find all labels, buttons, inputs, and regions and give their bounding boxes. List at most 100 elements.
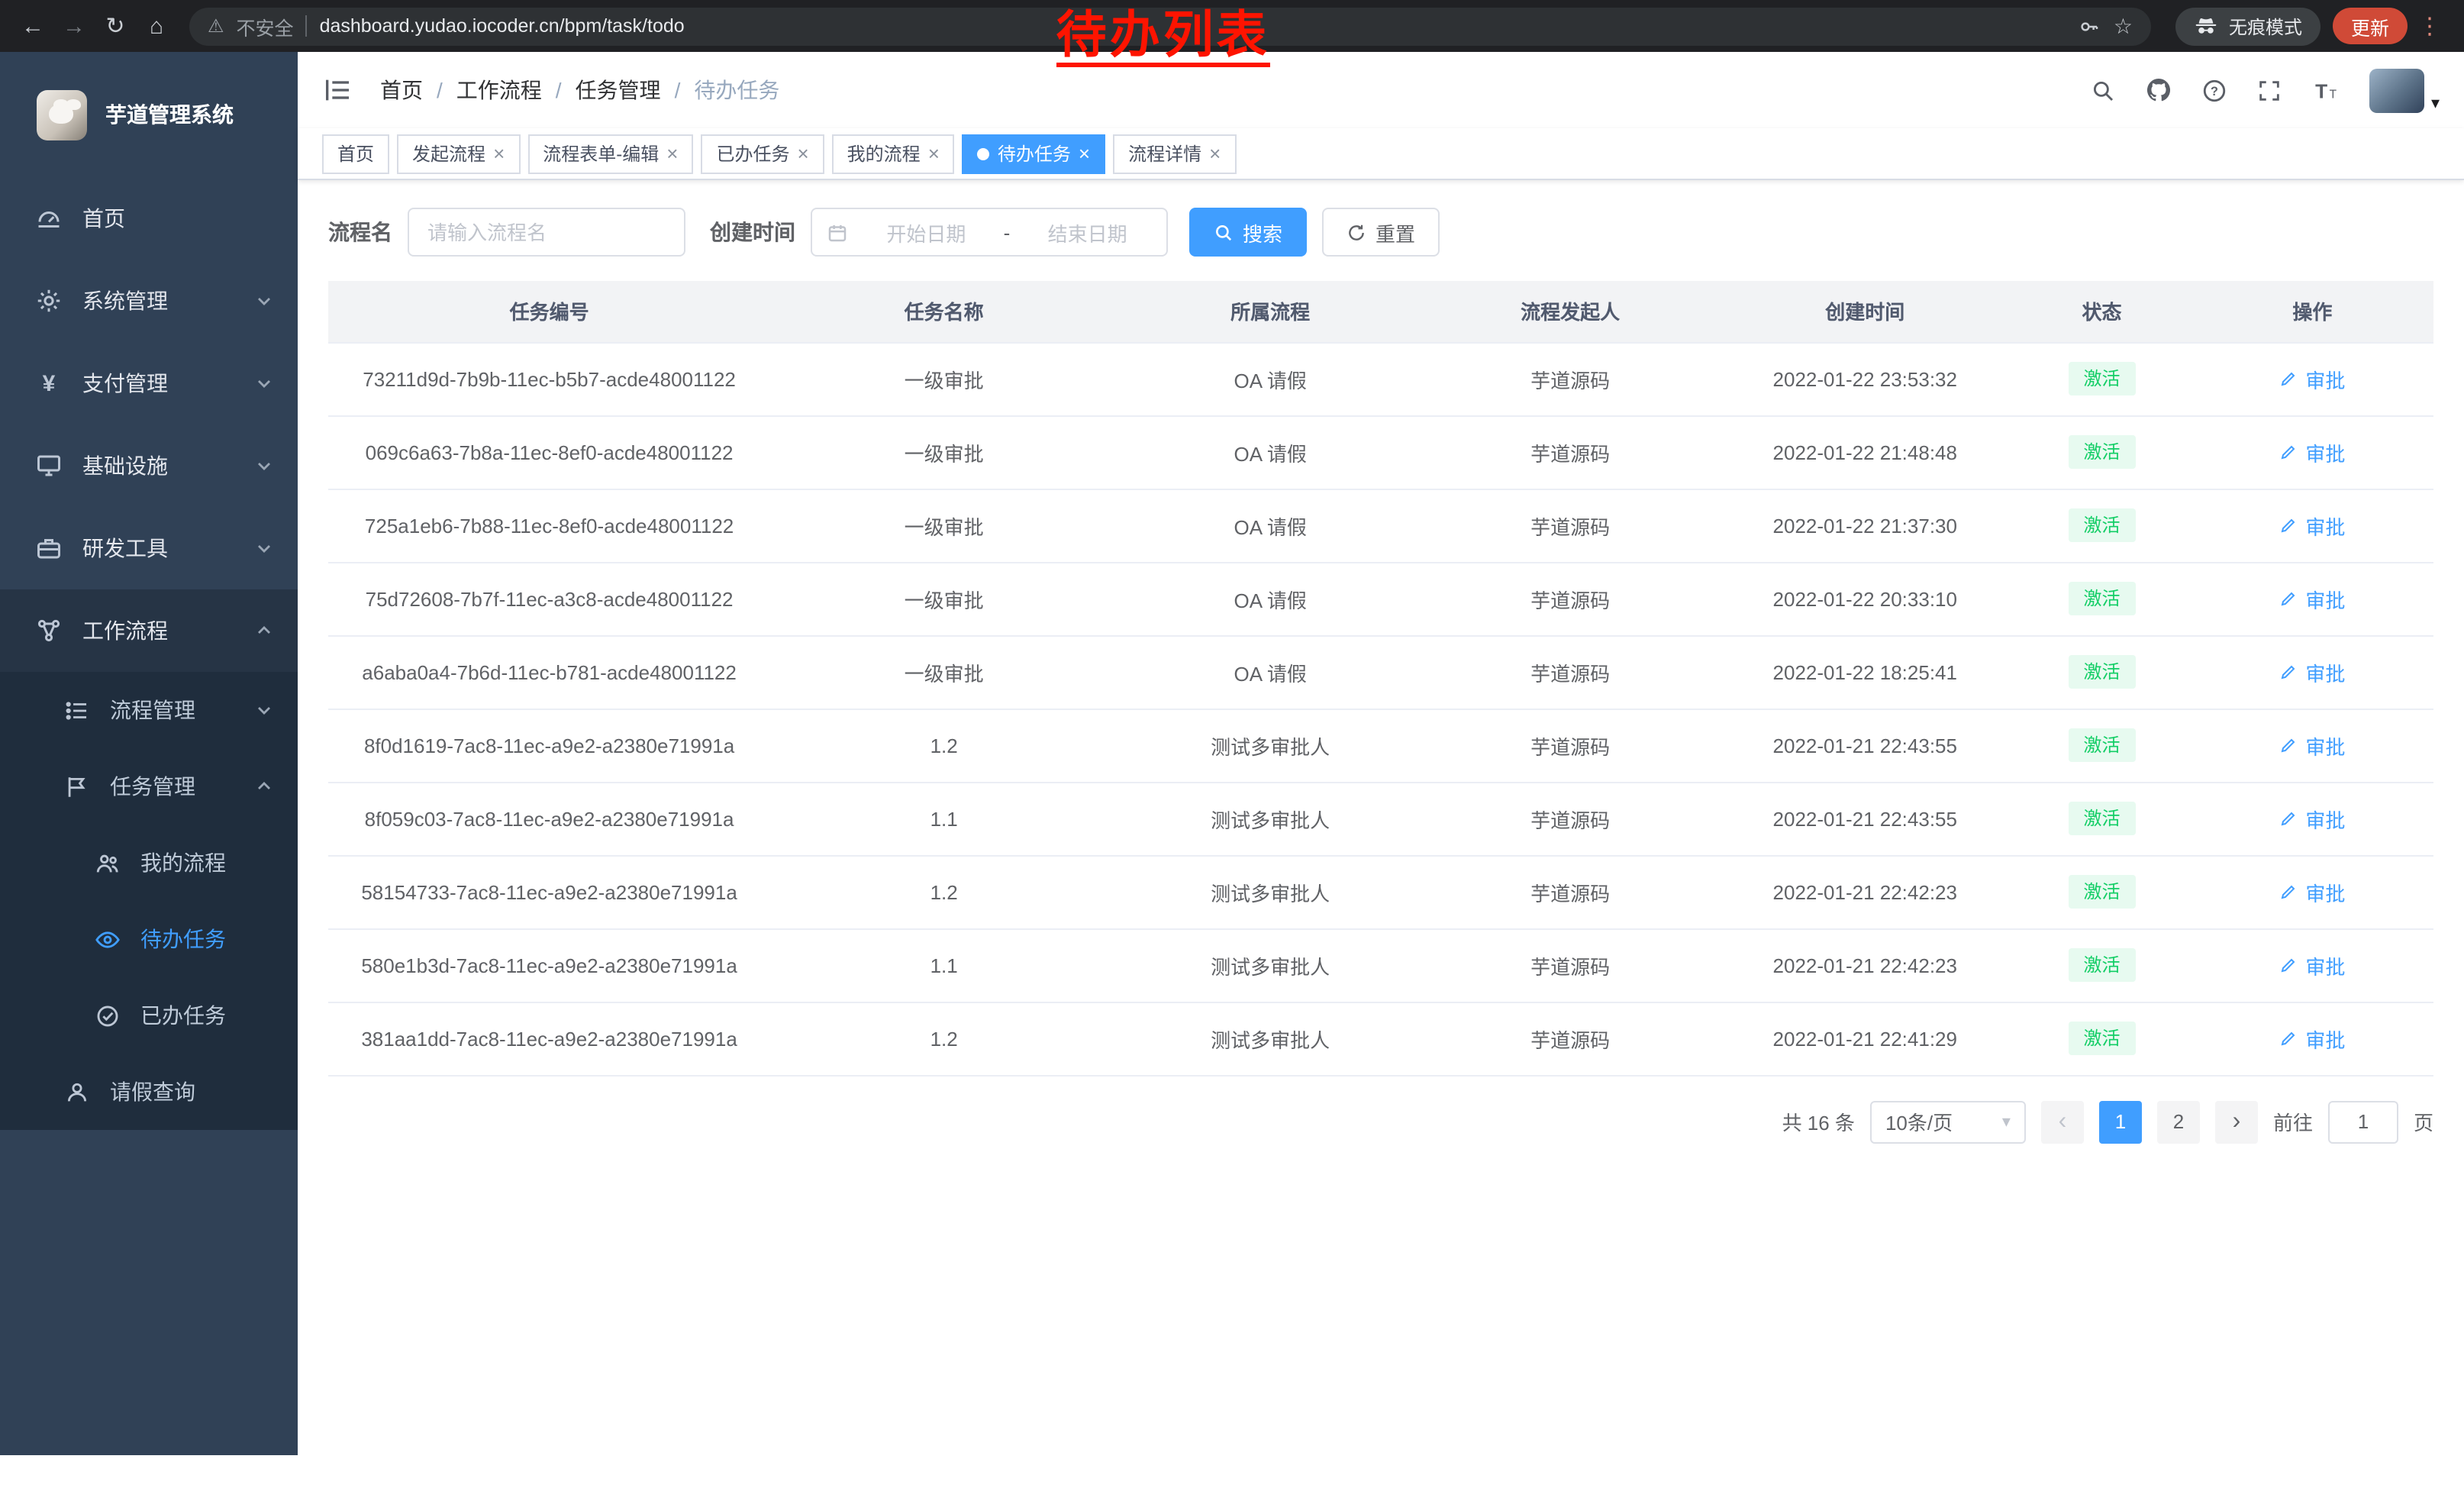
status-badge: 激活 <box>2069 654 2136 689</box>
approve-link[interactable]: 审批 <box>2279 951 2345 980</box>
close-icon[interactable]: × <box>1209 144 1221 163</box>
breadcrumb-item-current: 待办任务 <box>694 75 779 105</box>
sidebar: 芋道管理系统 首页 系统管理 <box>0 52 298 1501</box>
close-icon[interactable]: × <box>493 144 505 163</box>
screen: ← → ↻ ⌂ ⚠ 不安全 dashboard.yudao.iocoder.cn… <box>0 0 2464 1501</box>
tab-label: 流程详情 <box>1128 140 1201 166</box>
bookmark-star-icon[interactable]: ☆ <box>2114 13 2133 39</box>
reload-icon[interactable]: ↻ <box>95 5 136 47</box>
sidebar-item-payment[interactable]: ¥ 支付管理 <box>0 342 298 424</box>
sidebar-menu: 首页 系统管理 ¥ 支付管理 <box>0 177 298 1130</box>
tab-my-process[interactable]: 我的流程× <box>832 134 955 173</box>
sidebar-item-workflow[interactable]: 工作流程 <box>0 589 298 672</box>
sidebar-item-label: 基础设施 <box>82 450 168 481</box>
tab-done-task[interactable]: 已办任务× <box>701 134 824 173</box>
breadcrumb-separator: / <box>556 78 562 102</box>
starter-cell: 芋道源码 <box>1423 709 1717 782</box>
github-icon[interactable] <box>2146 76 2173 104</box>
tab-label: 发起流程 <box>412 140 485 166</box>
sidebar-item-todo-task[interactable]: 待办任务 <box>0 901 298 977</box>
approve-link[interactable]: 审批 <box>2279 1024 2345 1053</box>
close-icon[interactable]: × <box>1079 144 1090 163</box>
end-date-placeholder[interactable]: 结束日期 <box>1022 218 1153 247</box>
page-size-select[interactable]: 10条/页 ▾ <box>1870 1100 2026 1143</box>
sidebar-item-task-mgmt[interactable]: 任务管理 <box>0 748 298 825</box>
fullscreen-icon[interactable] <box>2257 77 2283 103</box>
task-id-cell: 75d72608-7b7f-11ec-a3c8-acde48001122 <box>328 562 770 635</box>
tab-start-process[interactable]: 发起流程 × <box>397 134 520 173</box>
search-icon <box>1214 222 1234 242</box>
approve-link[interactable]: 审批 <box>2279 364 2345 393</box>
approve-link[interactable]: 审批 <box>2279 511 2345 540</box>
search-icon[interactable] <box>2091 77 2117 103</box>
browser-home-icon[interactable]: ⌂ <box>136 5 177 47</box>
close-icon[interactable]: × <box>797 144 808 163</box>
security-label[interactable]: 不安全 <box>237 11 294 40</box>
app-logo-row[interactable]: 芋道管理系统 <box>0 52 298 177</box>
approve-link[interactable]: 审批 <box>2279 657 2345 686</box>
user-menu[interactable]: ▾ <box>2370 68 2440 112</box>
user-avatar[interactable] <box>2370 68 2425 112</box>
password-key-icon[interactable] <box>2079 15 2101 37</box>
sidebar-collapse-icon[interactable] <box>322 75 353 105</box>
back-icon[interactable]: ← <box>12 5 53 47</box>
refresh-icon <box>1346 222 1366 242</box>
approve-link[interactable]: 审批 <box>2279 877 2345 906</box>
create-time-cell: 2022-01-21 22:43:55 <box>1717 709 2012 782</box>
approve-link[interactable]: 审批 <box>2279 804 2345 833</box>
chevron-down-icon <box>255 374 273 392</box>
close-icon[interactable]: × <box>666 144 678 163</box>
goto-page-input[interactable] <box>2328 1100 2398 1143</box>
starter-cell: 芋道源码 <box>1423 782 1717 855</box>
briefcase-icon <box>34 534 64 562</box>
sidebar-item-leave-query[interactable]: 请假查询 <box>0 1054 298 1130</box>
prev-page-button[interactable]: ‹ <box>2041 1100 2084 1143</box>
status-badge: 激活 <box>2069 1021 2136 1056</box>
breadcrumb-item[interactable]: 首页 <box>380 75 423 105</box>
sidebar-item-my-process[interactable]: 我的流程 <box>0 825 298 901</box>
tab-process-form-edit[interactable]: 流程表单-编辑× <box>527 134 693 173</box>
approve-link[interactable]: 审批 <box>2279 437 2345 466</box>
tab-todo-task[interactable]: 待办任务× <box>963 134 1105 173</box>
help-icon[interactable]: ? <box>2202 77 2228 103</box>
browser-menu-icon[interactable]: ⋮ <box>2408 12 2452 40</box>
range-separator: - <box>1004 221 1011 244</box>
tab-process-detail[interactable]: 流程详情 × <box>1113 134 1236 173</box>
process-name-input[interactable] <box>408 208 685 257</box>
table-row: 73211d9d-7b9b-11ec-b5b7-acde48001122 一级审… <box>328 342 2433 415</box>
pagination: 共 16 条 10条/页 ▾ ‹ 1 2 › 前往 页 <box>328 1100 2433 1143</box>
sidebar-item-done-task[interactable]: 已办任务 <box>0 977 298 1054</box>
breadcrumb-item[interactable]: 工作流程 <box>456 75 542 105</box>
edit-pencil-icon <box>2279 883 2298 901</box>
tab-home[interactable]: 首页 <box>322 134 389 173</box>
task-id-cell: 73211d9d-7b9b-11ec-b5b7-acde48001122 <box>328 342 770 415</box>
sidebar-item-infra[interactable]: 基础设施 <box>0 424 298 507</box>
approve-link[interactable]: 审批 <box>2279 731 2345 760</box>
sidebar-item-home[interactable]: 首页 <box>0 177 298 260</box>
edit-pencil-icon <box>2279 663 2298 681</box>
page-2-button[interactable]: 2 <box>2157 1100 2200 1143</box>
start-date-placeholder[interactable]: 开始日期 <box>861 218 992 247</box>
process-cell: 测试多审批人 <box>1118 1002 1423 1075</box>
create-time-range-picker[interactable]: 开始日期 - 结束日期 <box>811 208 1168 257</box>
breadcrumb-separator: / <box>437 78 443 102</box>
breadcrumb-item[interactable]: 任务管理 <box>576 75 661 105</box>
forward-icon[interactable]: → <box>53 5 95 47</box>
url-text[interactable]: dashboard.yudao.iocoder.cn/bpm/task/todo <box>320 15 685 37</box>
search-button[interactable]: 搜索 <box>1189 208 1307 257</box>
page-1-button[interactable]: 1 <box>2099 1100 2142 1143</box>
update-button[interactable]: 更新 <box>2333 8 2408 44</box>
sidebar-item-devtools[interactable]: 研发工具 <box>0 507 298 589</box>
sidebar-item-system[interactable]: 系统管理 <box>0 260 298 342</box>
sidebar-item-process-mgmt[interactable]: 流程管理 <box>0 672 298 748</box>
page-size-value: 10条/页 <box>1885 1107 1953 1136</box>
goto-unit-label: 页 <box>2414 1107 2433 1136</box>
font-size-icon[interactable]: TT <box>2312 77 2341 103</box>
next-page-button[interactable]: › <box>2215 1100 2258 1143</box>
close-icon[interactable]: × <box>928 144 940 163</box>
chevron-up-icon <box>255 777 273 796</box>
approve-link[interactable]: 审批 <box>2279 584 2345 613</box>
reset-button[interactable]: 重置 <box>1322 208 1440 257</box>
sidebar-item-label: 系统管理 <box>82 286 168 316</box>
edit-pencil-icon <box>2279 809 2298 828</box>
